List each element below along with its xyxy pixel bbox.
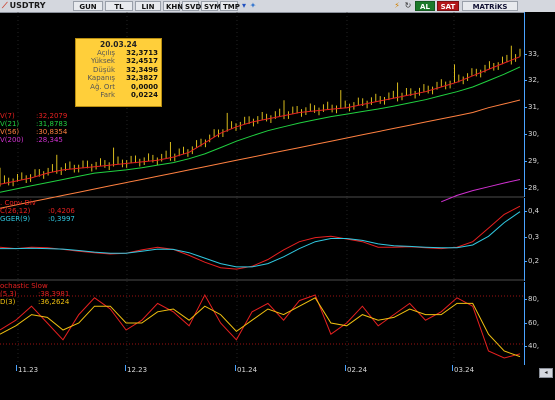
info-row-high: Yüksek 32,4517 xyxy=(76,57,161,65)
legend-name: (5,3) xyxy=(0,290,17,298)
mov56-legend: V(56) :30,8354 xyxy=(0,128,67,136)
info-row-diff: Fark 0,0224 xyxy=(76,91,161,99)
legend-name: D(3) xyxy=(0,298,16,306)
info-value: 32,3713 xyxy=(126,49,158,57)
price-tick: 31, xyxy=(523,103,540,111)
series-line-mov-200- xyxy=(441,179,521,203)
x-label: 11.23 xyxy=(18,366,39,374)
tmp-button[interactable]: TMP xyxy=(220,1,240,11)
stoch-axis[interactable]: 80, 60, 40, xyxy=(523,282,555,365)
refresh-icon[interactable]: ↻ xyxy=(403,1,413,11)
price-tick: 29, xyxy=(523,157,540,165)
stoch-tick: 80, xyxy=(523,295,540,303)
legend-value: :30,8354 xyxy=(36,128,68,136)
legend-value: :38,3981 xyxy=(38,290,70,298)
scroll-corner-button[interactable]: ◂ xyxy=(539,368,553,378)
price-tick: 32, xyxy=(523,76,540,84)
stoch-tick: 40, xyxy=(523,342,540,350)
stoch-d-legend: D(3) :36,2624 xyxy=(0,298,69,306)
series-line-mov-56- xyxy=(0,99,521,209)
series-line-c-26-12- xyxy=(0,205,521,270)
info-row-avg: Ağ. Ort 0,0000 xyxy=(76,83,161,91)
macd-legend: C(26,12) :0,4206 xyxy=(0,207,75,215)
series-line-gger-9- xyxy=(0,211,521,268)
x-tick xyxy=(235,365,236,371)
matriks-logo-button[interactable]: MATRiKS xyxy=(462,1,518,11)
legend-name: V(7) xyxy=(0,112,15,120)
price-tick: 33, xyxy=(523,50,540,58)
mov200-legend: V(200) :28,345 xyxy=(0,136,63,144)
period-gun-button[interactable]: GUN xyxy=(73,1,103,11)
currency-tl-button[interactable]: TL xyxy=(105,1,133,11)
symbol-label: USDTRY xyxy=(9,1,46,10)
sell-button[interactable]: SAT xyxy=(437,1,459,11)
info-row-open: Açılış 32,3713 xyxy=(76,49,161,57)
buy-button[interactable]: AL xyxy=(415,1,435,11)
legend-name: V(56) xyxy=(0,128,20,136)
series-line--5-3- xyxy=(0,293,521,359)
price-axis-line xyxy=(524,12,525,197)
legend-value: :31,8783 xyxy=(36,120,68,128)
info-date: 20.03.24 xyxy=(99,40,137,49)
info-value: 32,3827 xyxy=(126,74,158,83)
info-label: Kapanış xyxy=(87,74,115,83)
stoch-k-legend: (5,3) :38,3981 xyxy=(0,290,69,298)
macd-tick: 0,2 xyxy=(523,257,540,265)
info-label: Yüksek xyxy=(91,57,115,66)
x-tick xyxy=(125,365,126,371)
svd-button[interactable]: SVD xyxy=(182,1,201,11)
legend-value: :28,345 xyxy=(36,136,63,144)
time-axis[interactable]: 11.23 12.23 01.24 02.24 03.24 xyxy=(0,365,555,400)
legend-name: V(21) xyxy=(0,120,20,128)
trigger-legend: GGER(9) :0,3997 xyxy=(0,215,75,223)
x-tick xyxy=(345,365,346,371)
info-row-close: Kapanış 32,3827 xyxy=(76,74,161,82)
legend-name: C(26,12) xyxy=(0,207,31,215)
twitter-icon[interactable]: ✦ xyxy=(248,1,258,11)
x-label: 02.24 xyxy=(347,366,368,374)
x-tick xyxy=(16,365,17,371)
scale-lin-button[interactable]: LIN xyxy=(135,1,161,11)
info-label: Açılış xyxy=(97,49,115,57)
macd-axis[interactable]: 0,4 0,3 0,2 xyxy=(523,198,555,281)
legend-name: V(200) xyxy=(0,136,24,144)
info-value: 0,0000 xyxy=(130,82,158,91)
stoch-tick: 60, xyxy=(523,319,540,327)
stoch-title: ochastic Slow xyxy=(0,282,48,290)
info-label: Fark xyxy=(100,90,115,99)
symbol-selector[interactable]: ⟋ USDTRY xyxy=(2,0,45,12)
legend-name: GGER(9) xyxy=(0,215,31,223)
chart-type-icon: ⟋ xyxy=(2,1,8,10)
macd-tick: 0,3 xyxy=(523,233,540,241)
ohlc-info-box: 20.03.24 Açılış 32,3713 Yüksek 32,4517 Düş… xyxy=(75,38,162,107)
x-tick xyxy=(452,365,453,371)
info-value: 32,3496 xyxy=(126,65,158,74)
sym-button[interactable]: SYM xyxy=(201,1,221,11)
x-label: 01.24 xyxy=(237,366,258,374)
info-label: Düşük xyxy=(93,65,115,74)
mov7-legend: V(7) :32,2079 xyxy=(0,112,67,120)
x-label: 03.24 xyxy=(454,366,475,374)
legend-value: :32,2079 xyxy=(36,112,68,120)
x-label: 12.23 xyxy=(127,366,148,374)
info-value: 32,4517 xyxy=(126,57,158,66)
price-tick: 30, xyxy=(523,130,540,138)
series-line-d-3- xyxy=(0,297,521,358)
khn-button[interactable]: KHN xyxy=(163,1,183,11)
bolt-icon[interactable]: ⚡ xyxy=(392,1,402,11)
legend-value: :0,3997 xyxy=(48,215,75,223)
legend-value: :0,4206 xyxy=(48,207,75,215)
macd-tick: 0,4 xyxy=(523,207,540,215)
price-axis[interactable]: 33, 32, 31, 30, 29, 28, xyxy=(523,12,555,197)
legend-value: :36,2624 xyxy=(38,298,70,306)
info-value: 0,0224 xyxy=(130,90,158,99)
info-row-low: Düşük 32,3496 xyxy=(76,66,161,74)
price-tick: 28, xyxy=(523,184,540,192)
macd-title: . Conv Div xyxy=(0,199,36,207)
mov21-legend: V(21) :31,8783 xyxy=(0,120,67,128)
info-label: Ağ. Ort xyxy=(90,82,115,91)
